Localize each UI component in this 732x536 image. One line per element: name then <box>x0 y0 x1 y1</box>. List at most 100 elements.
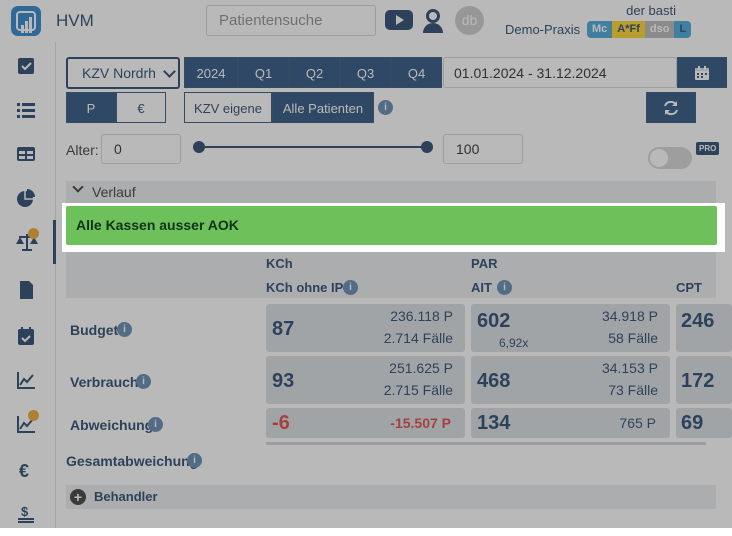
checklist-icon <box>18 58 34 74</box>
sidebar-item-scale[interactable] <box>0 220 56 264</box>
budget-ait-factor: 6,92x <box>499 336 529 350</box>
alle-patienten-button[interactable]: Alle Patienten <box>272 92 374 123</box>
euro-mode-button[interactable]: € <box>116 92 166 123</box>
points-mode-button[interactable]: P <box>66 92 116 123</box>
chevron-down-icon <box>163 65 176 78</box>
kzv-eigene-button[interactable]: KZV eigene <box>184 92 272 123</box>
sidebar-item-line-chart-badge[interactable] <box>0 402 56 446</box>
table-header-panel <box>66 246 716 298</box>
pro-toggle[interactable] <box>648 147 692 169</box>
verbrauch-kch-cases: 2.715 Fälle <box>383 382 453 398</box>
avatar[interactable]: db <box>455 6 484 35</box>
card-abweichung-kch: -6 -15.507 P <box>266 408 465 438</box>
user-name: der basti <box>626 3 676 18</box>
verbrauch-cpt-value: 172 <box>681 370 715 392</box>
card-verbrauch-ait: 468 34.153 P 73 Fälle <box>471 356 670 404</box>
behandler-label: Behandler <box>94 489 158 504</box>
quarter-button-q4[interactable]: Q4 <box>391 57 442 88</box>
row-label-gesamtabweichung: Gesamtabweichung <box>66 453 199 469</box>
top-bar: HVM db der basti Demo-Praxis Mc A*Ff dso… <box>0 0 732 42</box>
budget-kch-cases: 2.714 Fälle <box>383 330 453 346</box>
quarter-button-q1[interactable]: Q1 <box>238 57 289 88</box>
abweichung-ait-points: 765 P <box>619 415 656 431</box>
verbrauch-ait-cases: 73 Fälle <box>608 382 658 398</box>
patient-search-input[interactable] <box>206 5 376 36</box>
expand-plus-icon: + <box>70 489 86 505</box>
sidebar-item-line-chart[interactable] <box>0 358 56 402</box>
info-icon[interactable]: i <box>136 374 151 389</box>
column-header-cpt: CPT <box>676 280 702 295</box>
refresh-button[interactable] <box>646 92 696 123</box>
info-icon[interactable]: i <box>343 280 358 295</box>
badge-aff: A*Ff <box>612 21 645 38</box>
quarter-button-q2[interactable]: Q2 <box>289 57 340 88</box>
sidebar-item-calendar[interactable] <box>0 314 56 358</box>
behandler-header[interactable]: + Behandler <box>66 485 716 509</box>
abweichung-cpt-value: 69 <box>681 412 704 434</box>
svg-text:$: $ <box>21 504 29 519</box>
app-title: HVM <box>56 11 94 30</box>
card-budget-kch: 87 236.118 P 2.714 Fälle <box>266 304 465 352</box>
age-label: Alter: <box>66 142 99 158</box>
sidebar-item-checklist[interactable] <box>0 44 56 88</box>
sidebar-item-list[interactable] <box>0 88 56 132</box>
card-verbrauch-kch: 93 251.625 P 2.715 Fälle <box>266 356 465 404</box>
euro-icon: € <box>19 461 29 480</box>
budget-kch-points: 236.118 P <box>390 308 453 324</box>
group-header-par: PAR <box>471 256 498 271</box>
age-range-slider[interactable] <box>198 146 426 148</box>
row-label-verbrauch: Verbrauch <box>70 374 139 390</box>
date-range-input[interactable]: 01.01.2024 - 31.12.2024 <box>443 57 677 88</box>
notification-dot <box>28 410 39 421</box>
verlauf-banner[interactable]: Alle Kassen ausser AOK <box>66 206 717 245</box>
support-icon[interactable] <box>420 6 446 34</box>
sidebar-item-pie-chart[interactable] <box>0 176 56 220</box>
age-max-input[interactable]: 100 <box>443 134 523 164</box>
badge-dso: dso <box>644 21 675 38</box>
slider-max-handle[interactable] <box>421 141 433 153</box>
svg-text:€: € <box>19 461 29 480</box>
app-logo-icon[interactable] <box>11 6 41 36</box>
card-budget-ait: 602 6,92x 34.918 P 58 Fälle <box>471 304 670 352</box>
verbrauch-kch-points: 251.625 P <box>389 360 453 376</box>
sidebar-item-dollar[interactable]: $ <box>0 492 56 536</box>
age-min-input[interactable]: 0 <box>101 134 181 164</box>
info-icon[interactable]: i <box>148 417 163 432</box>
line-chart-icon <box>17 372 35 389</box>
badge-mc: Mc <box>587 21 613 38</box>
verlauf-header[interactable]: Verlauf <box>66 181 716 203</box>
budget-ait-points: 34.918 P <box>601 308 658 324</box>
card-budget-cpt: 246 <box>676 304 732 352</box>
sidebar-item-table[interactable] <box>0 132 56 176</box>
info-icon[interactable]: i <box>497 280 512 295</box>
info-icon[interactable]: i <box>187 453 202 468</box>
row-label-budget: Budget <box>70 322 119 338</box>
info-icon[interactable]: i <box>378 100 393 115</box>
license-badges: Mc A*Ff dso L <box>587 21 692 38</box>
quarter-button-q3[interactable]: Q3 <box>340 57 391 88</box>
document-icon <box>20 281 33 299</box>
verlauf-label: Verlauf <box>92 184 136 200</box>
chevron-down-icon <box>72 181 84 193</box>
column-header-kch-ohne-ip: KCh ohne IP <box>266 280 344 295</box>
video-play-icon[interactable] <box>385 10 413 30</box>
dollar-bars-icon: $ <box>18 504 34 523</box>
divider <box>266 442 706 445</box>
card-verbrauch-cpt: 172 <box>676 356 732 404</box>
verbrauch-ait-value: 468 <box>477 370 511 392</box>
sidebar-item-document[interactable] <box>0 268 56 312</box>
kzv-select[interactable]: KZV Nordrh <box>66 57 180 89</box>
year-button[interactable]: 2024 <box>184 57 238 88</box>
kzv-select-value: KZV Nordrh <box>82 65 156 81</box>
calendar-icon <box>695 66 709 80</box>
calendar-button[interactable] <box>677 57 727 88</box>
sidebar-item-euro[interactable]: € <box>0 448 56 492</box>
badge-l: L <box>674 21 692 38</box>
sidebar: € $ <box>0 42 56 528</box>
main-content: KZV Nordrh 2024 Q1 Q2 Q3 Q4 01.01.2024 -… <box>56 42 732 528</box>
slider-min-handle[interactable] <box>193 141 205 153</box>
verbrauch-ait-points: 34.153 P <box>601 360 658 376</box>
notification-dot <box>28 228 39 239</box>
practice-name: Demo-Praxis <box>505 22 581 37</box>
info-icon[interactable]: i <box>117 322 132 337</box>
